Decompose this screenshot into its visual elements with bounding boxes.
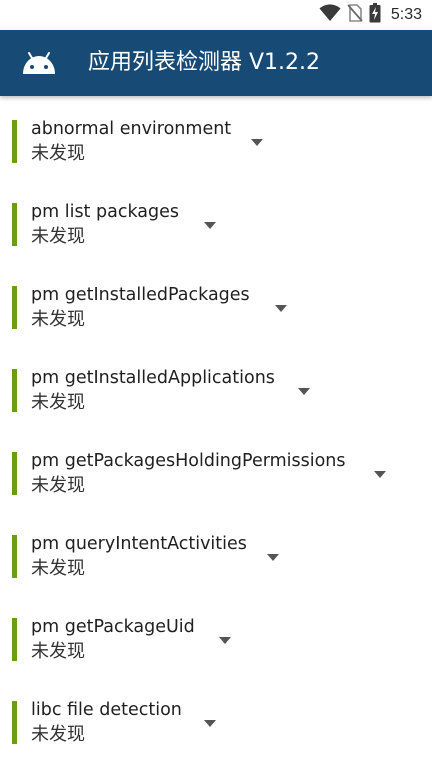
status-time: 5:33: [390, 6, 422, 23]
dropdown-arrow-icon[interactable]: [204, 222, 216, 229]
item-title: pm getPackagesHoldingPermissions: [31, 451, 346, 471]
list-item[interactable]: abnormal environment 未发现: [0, 96, 432, 179]
item-title: pm getInstalledPackages: [31, 285, 250, 305]
item-title: abnormal environment: [31, 119, 232, 139]
status-bar: 5:33: [0, 0, 432, 30]
list-item[interactable]: pm list packages 未发现: [0, 179, 432, 262]
item-accent-bar: [12, 203, 17, 246]
detection-list: abnormal environment 未发现 pm list package…: [0, 96, 432, 760]
item-status: 未发现: [31, 226, 85, 247]
item-status: 未发现: [31, 724, 85, 745]
app-bar: 应用列表检测器 V1.2.2: [0, 30, 432, 96]
item-accent-bar: [12, 452, 17, 495]
item-title: pm getInstalledApplications: [31, 368, 275, 388]
dropdown-arrow-icon[interactable]: [251, 139, 263, 146]
wifi-icon: [319, 4, 341, 26]
no-sim-icon: [347, 4, 363, 26]
dropdown-arrow-icon[interactable]: [298, 388, 310, 395]
item-status: 未发现: [31, 143, 85, 164]
item-title: pm queryIntentActivities: [31, 534, 247, 554]
list-item[interactable]: libc file detection 未发现: [0, 677, 432, 760]
list-item[interactable]: pm getPackageUid 未发现: [0, 594, 432, 677]
item-status: 未发现: [31, 641, 85, 662]
android-icon: [20, 50, 58, 78]
item-accent-bar: [12, 286, 17, 329]
list-item[interactable]: pm getPackagesHoldingPermissions 未发现: [0, 428, 432, 511]
item-status: 未发现: [31, 392, 85, 413]
item-accent-bar: [12, 120, 17, 163]
item-status: 未发现: [31, 309, 85, 330]
dropdown-arrow-icon[interactable]: [219, 637, 231, 644]
dropdown-arrow-icon[interactable]: [374, 471, 386, 478]
list-item[interactable]: pm getInstalledPackages 未发现: [0, 262, 432, 345]
dropdown-arrow-icon[interactable]: [267, 554, 279, 561]
dropdown-arrow-icon[interactable]: [204, 720, 216, 727]
item-accent-bar: [12, 535, 17, 578]
battery-charging-icon: [369, 3, 381, 27]
item-status: 未发现: [31, 558, 85, 579]
item-accent-bar: [12, 369, 17, 412]
status-icons: 5:33: [319, 0, 422, 30]
app-title: 应用列表检测器 V1.2.2: [88, 50, 321, 75]
item-accent-bar: [12, 701, 17, 744]
list-item[interactable]: pm getInstalledApplications 未发现: [0, 345, 432, 428]
dropdown-arrow-icon[interactable]: [275, 305, 287, 312]
item-title: libc file detection: [31, 700, 182, 720]
item-status: 未发现: [31, 475, 85, 496]
item-accent-bar: [12, 618, 17, 661]
item-title: pm getPackageUid: [31, 617, 195, 637]
list-item[interactable]: pm queryIntentActivities 未发现: [0, 511, 432, 594]
item-title: pm list packages: [31, 202, 179, 222]
